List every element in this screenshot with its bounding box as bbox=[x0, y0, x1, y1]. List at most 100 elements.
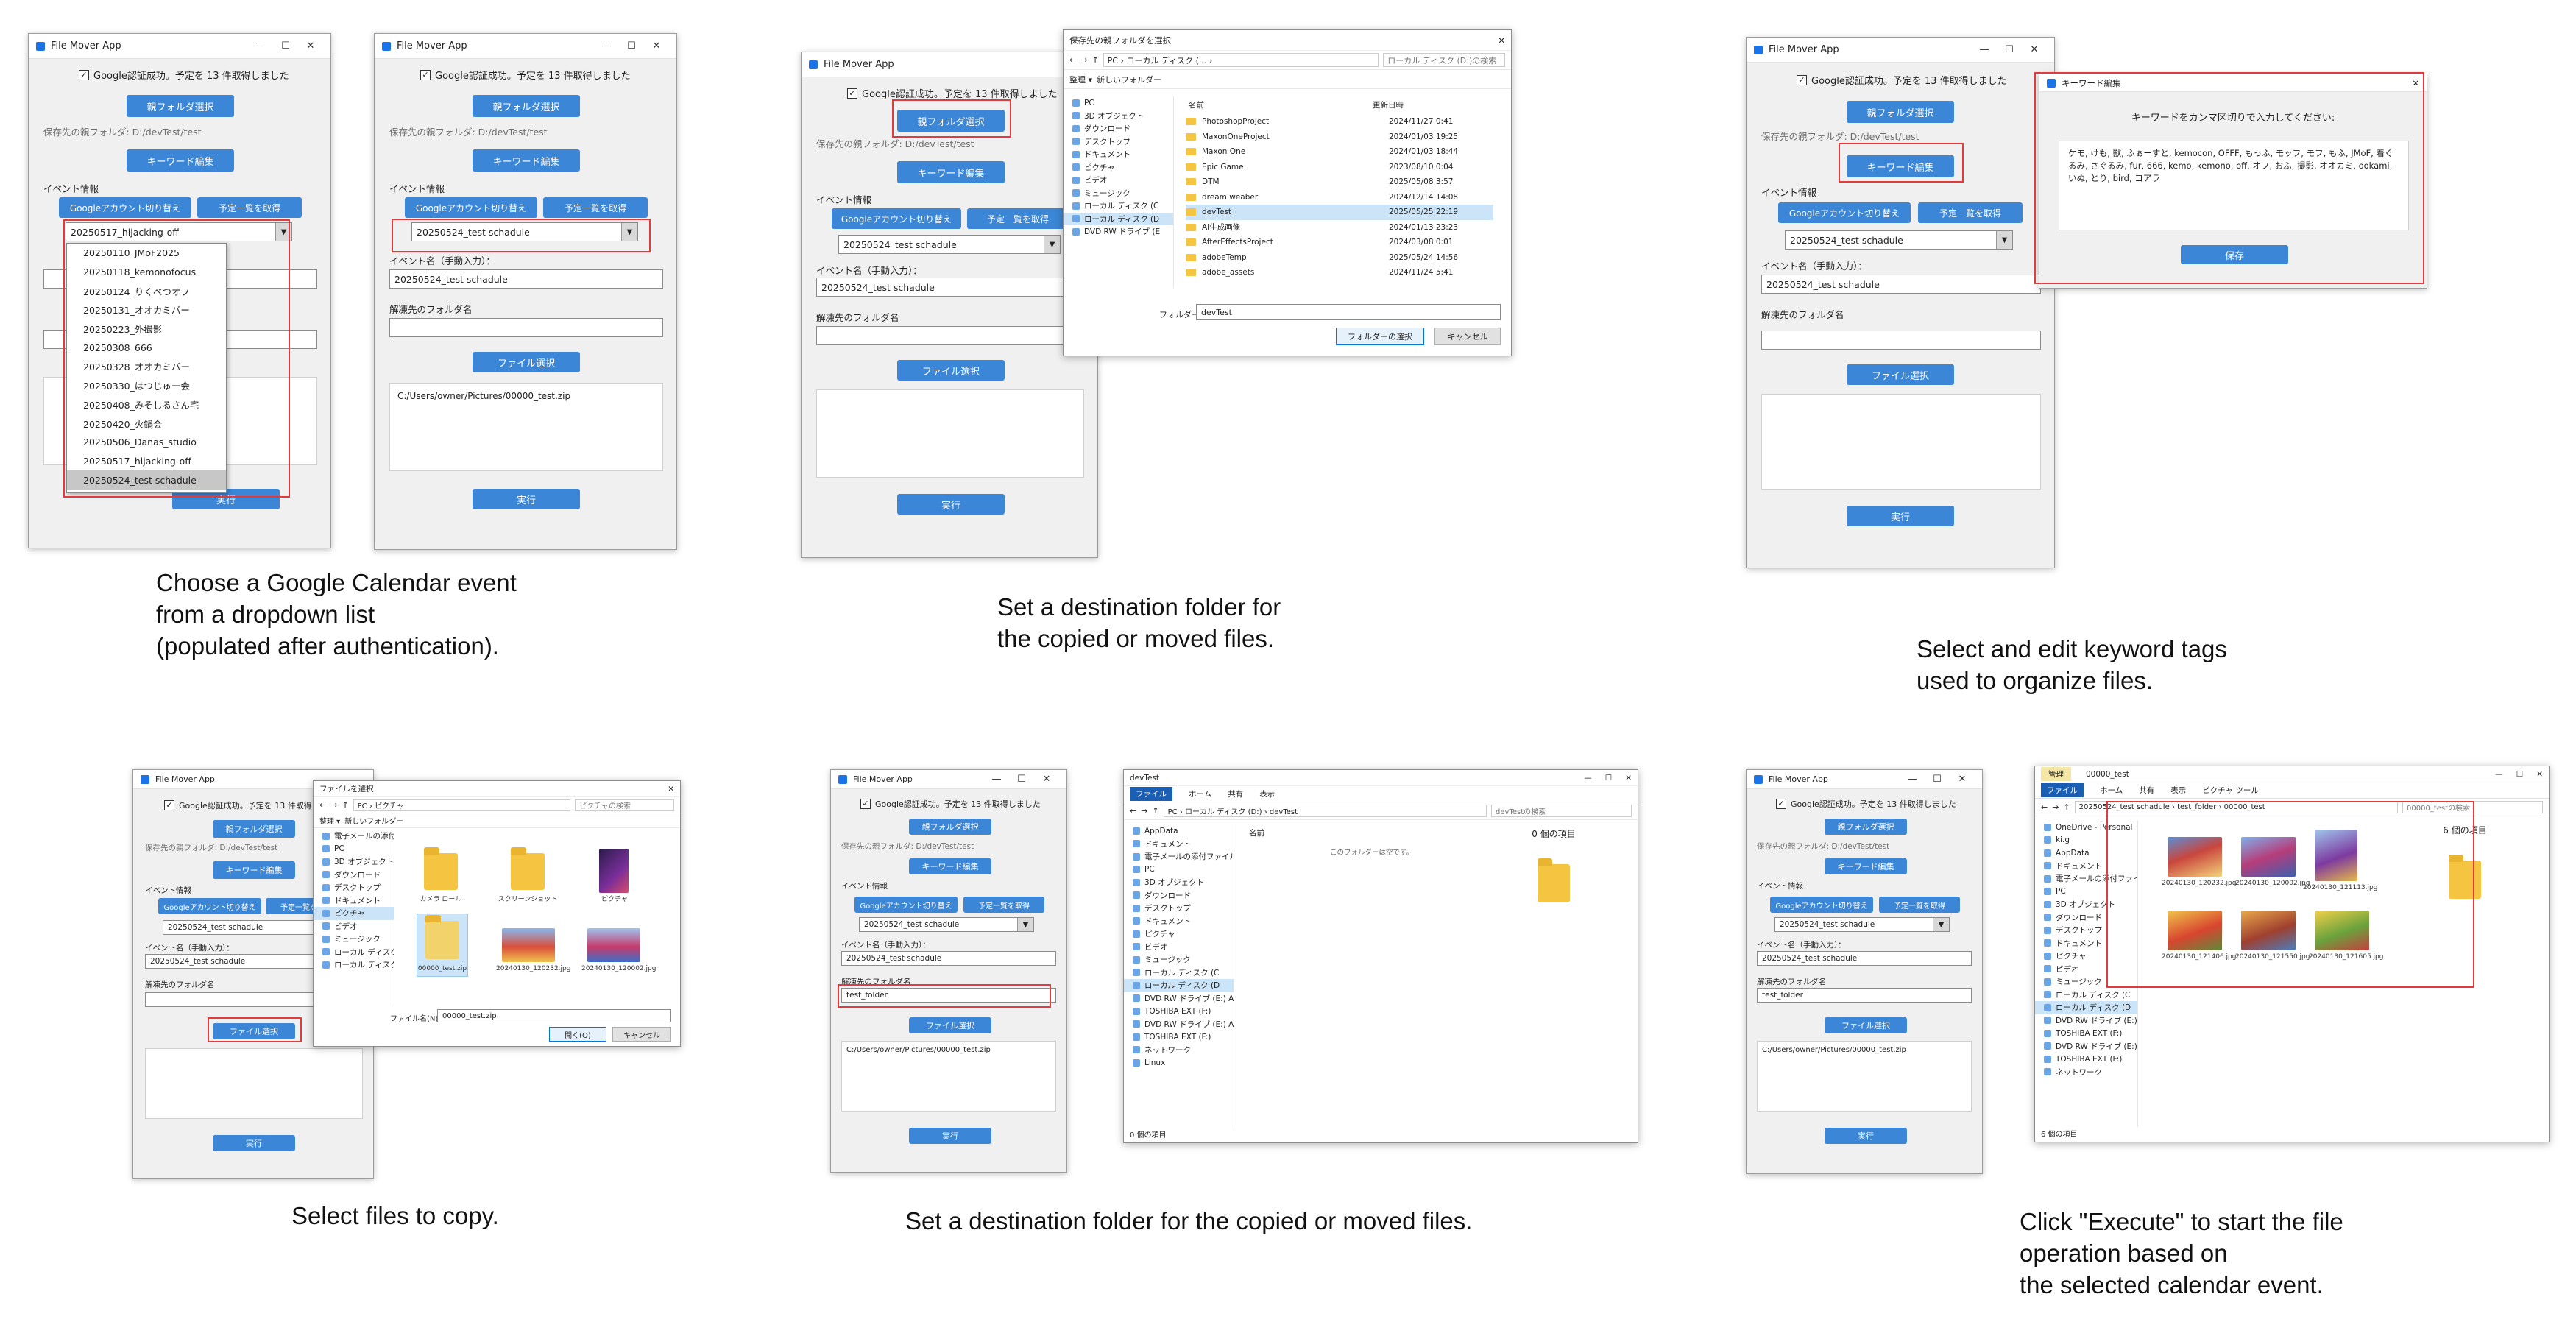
parent-folder-button[interactable]: 親フォルダ選択 bbox=[1825, 819, 1907, 835]
forward-icon[interactable]: → bbox=[2052, 802, 2059, 812]
list-item[interactable]: adobe_assets 2024/11/24 5:41 bbox=[1186, 265, 1493, 280]
close-icon[interactable]: ✕ bbox=[2022, 44, 2047, 55]
chevron-down-icon[interactable]: ▼ bbox=[1933, 918, 1949, 931]
nav-item[interactable]: ビデオ bbox=[1064, 174, 1173, 187]
image-thumbnail[interactable] bbox=[599, 849, 629, 893]
nav-item[interactable]: ダウンロード bbox=[314, 869, 394, 882]
list-item-selected[interactable]: devTest 2025/05/25 22:19 bbox=[1186, 205, 1493, 220]
nav-item-selected[interactable]: ピクチャ bbox=[314, 907, 394, 920]
close-icon[interactable]: ✕ bbox=[1950, 774, 1975, 785]
filename-field[interactable]: 00000_test.zip bbox=[437, 1009, 671, 1022]
tab-home[interactable]: ホーム bbox=[2100, 785, 2123, 796]
parent-folder-button[interactable]: 親フォルダ選択 bbox=[473, 95, 580, 117]
tab-view[interactable]: 表示 bbox=[2170, 785, 2186, 796]
list-item[interactable]: AfterEffectsProject 2024/03/08 0:01 bbox=[1186, 235, 1493, 250]
keyword-button[interactable]: キーワード編集 bbox=[897, 161, 1005, 183]
tab-view[interactable]: 表示 bbox=[1259, 788, 1275, 799]
run-button[interactable]: 実行 bbox=[1847, 506, 1954, 526]
nav-item[interactable]: 3D オブジェクト bbox=[1124, 876, 1234, 889]
file-select-button[interactable]: ファイル選択 bbox=[473, 352, 580, 372]
list-item[interactable]: PhotoshopProject 2024/11/27 0:41 bbox=[1186, 114, 1493, 130]
forward-icon[interactable]: → bbox=[1141, 806, 1147, 816]
chevron-down-icon[interactable]: ▼ bbox=[1017, 918, 1033, 931]
nav-item[interactable]: DVD RW ドライブ (E:) Audi bbox=[2035, 1014, 2137, 1028]
nav-item[interactable]: PC bbox=[1064, 96, 1173, 110]
keyword-button[interactable]: キーワード編集 bbox=[473, 149, 580, 172]
run-button[interactable]: 実行 bbox=[909, 1128, 991, 1144]
image-thumbnail[interactable] bbox=[502, 928, 555, 962]
switch-account-button[interactable]: Googleアカウント切り替え bbox=[854, 897, 958, 913]
switch-account-button[interactable]: Googleアカウント切り替え bbox=[1778, 202, 1911, 223]
list-item[interactable]: MaxonOneProject 2024/01/03 19:25 bbox=[1186, 130, 1493, 145]
nav-item[interactable]: ローカル ディスク (C bbox=[1064, 199, 1173, 213]
nav-item[interactable]: DVD RW ドライブ (E:) Audi bbox=[1124, 1018, 1234, 1031]
list-item[interactable]: DTM 2025/05/08 3:57 bbox=[1186, 174, 1493, 190]
nav-item[interactable]: 3D オブジェクト bbox=[314, 855, 394, 869]
cancel-button[interactable]: キャンセル bbox=[612, 1027, 671, 1042]
path-field[interactable]: PC › ローカル ディスク (... › bbox=[1103, 53, 1379, 67]
back-icon[interactable]: ← bbox=[319, 800, 326, 810]
zip-icon[interactable] bbox=[425, 915, 459, 959]
nav-item[interactable]: ドキュメント bbox=[314, 894, 394, 908]
back-icon[interactable]: ← bbox=[2041, 802, 2048, 812]
list-item[interactable]: AI生成画像 2024/01/13 23:23 bbox=[1186, 220, 1493, 236]
fetch-events-button[interactable]: 予定一覧を取得 bbox=[1918, 202, 2023, 223]
switch-account-button[interactable]: Googleアカウント切り替え bbox=[59, 197, 191, 218]
event-name-field[interactable]: 20250524_test schadule bbox=[1761, 275, 2041, 294]
up-icon[interactable]: ↑ bbox=[1152, 806, 1158, 816]
search-input[interactable]: ピクチャの検索 bbox=[575, 799, 674, 811]
run-button[interactable]: 実行 bbox=[473, 489, 580, 509]
keyword-button[interactable]: キーワード編集 bbox=[127, 149, 234, 172]
new-folder-button[interactable]: 新しいフォルダー bbox=[344, 815, 403, 826]
folder-icon[interactable] bbox=[424, 847, 458, 890]
manage-tab[interactable]: 管理 bbox=[2041, 767, 2071, 781]
nav-item-selected[interactable]: ローカル ディスク (D bbox=[1124, 979, 1234, 992]
minimize-icon[interactable]: — bbox=[594, 40, 619, 52]
close-icon[interactable]: ✕ bbox=[1034, 774, 1059, 785]
nav-item[interactable]: ミュージック bbox=[1064, 187, 1173, 200]
fetch-events-button[interactable]: 予定一覧を取得 bbox=[197, 197, 302, 218]
tab-home[interactable]: ホーム bbox=[1189, 788, 1211, 799]
close-icon[interactable]: ✕ bbox=[2536, 770, 2543, 779]
keyword-button[interactable]: キーワード編集 bbox=[909, 858, 991, 875]
maximize-icon[interactable]: ☐ bbox=[1009, 774, 1034, 785]
nav-item[interactable]: デスクトップ bbox=[1064, 135, 1173, 149]
forward-icon[interactable]: → bbox=[330, 800, 337, 810]
folder-name-field[interactable]: devTest bbox=[1196, 304, 1501, 320]
nav-item[interactable]: TOSHIBA EXT (F:) bbox=[1124, 1005, 1234, 1018]
nav-item[interactable]: TOSHIBA EXT (F:) bbox=[2035, 1027, 2137, 1040]
nav-item[interactable]: Linux bbox=[1124, 1056, 1234, 1070]
up-icon[interactable]: ↑ bbox=[2063, 802, 2070, 812]
event-name-field[interactable]: 20250524_test schadule bbox=[841, 951, 1056, 966]
tab-share[interactable]: 共有 bbox=[2139, 785, 2154, 796]
chevron-down-icon[interactable]: ▼ bbox=[1044, 236, 1060, 253]
fetch-events-button[interactable]: 予定一覧を取得 bbox=[963, 897, 1044, 913]
up-icon[interactable]: ↑ bbox=[342, 800, 348, 810]
minimize-icon[interactable]: — bbox=[2495, 770, 2503, 779]
nav-item[interactable]: ローカル ディスク (D bbox=[314, 958, 394, 972]
file-select-button[interactable]: ファイル選択 bbox=[1825, 1017, 1907, 1034]
file-select-button[interactable]: ファイル選択 bbox=[1847, 364, 1954, 385]
event-name-field[interactable]: 20250524_test schadule bbox=[389, 269, 663, 289]
search-input[interactable]: devTestの検索 bbox=[1491, 805, 1632, 817]
nav-item[interactable]: PC bbox=[1124, 863, 1234, 877]
nav-item[interactable]: DVD RW ドライブ (E bbox=[1064, 225, 1173, 239]
tab-file[interactable]: ファイル bbox=[1130, 787, 1172, 801]
maximize-icon[interactable]: ☐ bbox=[619, 40, 644, 52]
open-button[interactable]: 開く(O) bbox=[549, 1027, 606, 1042]
nav-item[interactable]: デスクトップ bbox=[314, 881, 394, 894]
nav-item[interactable]: ドキュメント bbox=[1124, 838, 1234, 851]
list-item[interactable]: Maxon One 2024/01/03 18:44 bbox=[1186, 144, 1493, 160]
nav-item[interactable]: 3D オブジェクト bbox=[1064, 110, 1173, 123]
list-item[interactable]: adobeTemp 2025/05/24 14:56 bbox=[1186, 250, 1493, 266]
up-icon[interactable]: ↑ bbox=[1091, 55, 1098, 65]
nav-item[interactable]: DVD RW ドライブ (E:) Audi bbox=[2035, 1040, 2137, 1053]
close-icon[interactable]: ✕ bbox=[1625, 774, 1632, 782]
close-icon[interactable]: ✕ bbox=[668, 785, 674, 794]
chevron-down-icon[interactable]: ▼ bbox=[1996, 231, 2012, 249]
event-combo[interactable]: 20250524_test schadule ▼ bbox=[838, 235, 1061, 254]
list-item[interactable]: dream weaber 2024/12/14 14:08 bbox=[1186, 190, 1493, 205]
folder-icon[interactable] bbox=[511, 847, 545, 890]
cancel-button[interactable]: キャンセル bbox=[1434, 328, 1501, 345]
nav-item[interactable]: ピクチャ bbox=[1124, 928, 1234, 941]
